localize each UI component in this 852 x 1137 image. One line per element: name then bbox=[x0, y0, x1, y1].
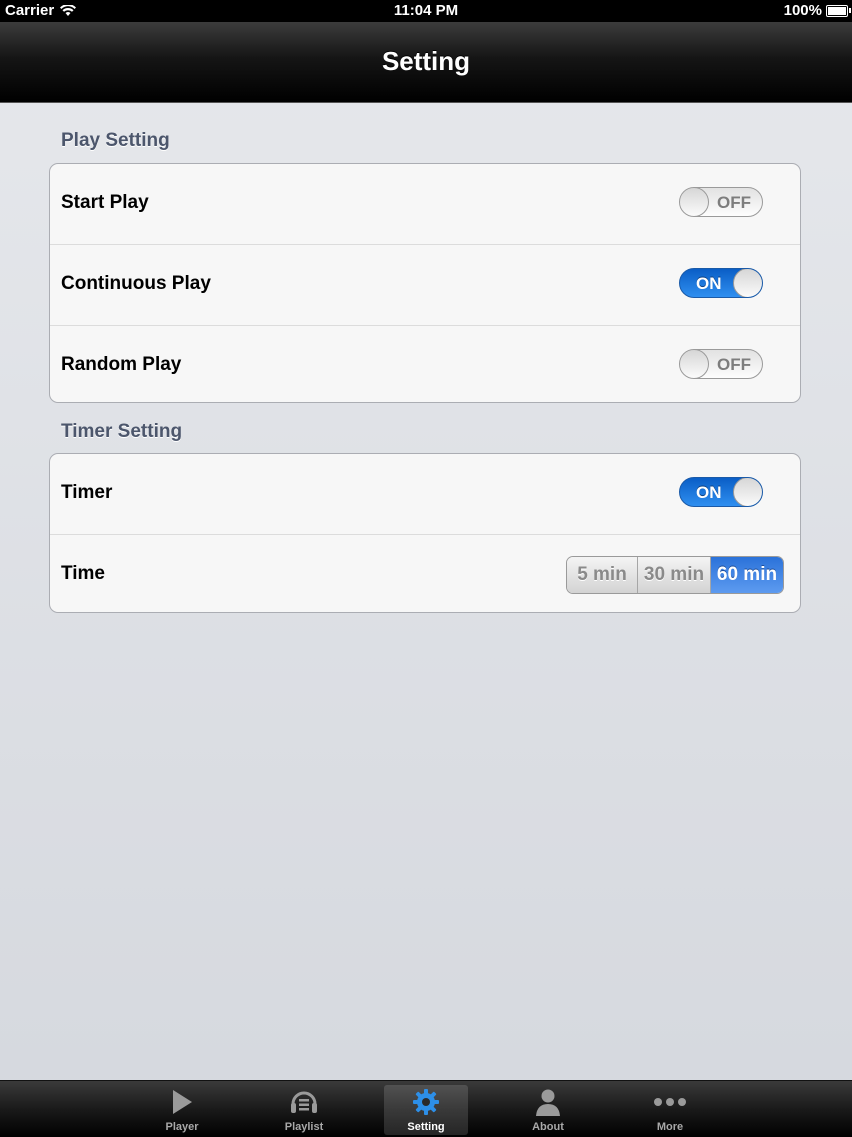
playlist-icon bbox=[291, 1091, 317, 1113]
tab-playlist-label: Playlist bbox=[284, 1121, 324, 1133]
status-time: 11:04 PM bbox=[393, 2, 459, 19]
tab-about-label: About bbox=[532, 1121, 564, 1133]
row-timer: Timer ON bbox=[50, 454, 800, 535]
start-play-switch-text: OFF bbox=[717, 193, 751, 212]
continuous-play-switch[interactable]: ON bbox=[679, 268, 763, 298]
start-play-switch[interactable]: OFF bbox=[679, 187, 763, 217]
segment-60-min[interactable]: 60 min bbox=[711, 557, 783, 593]
page-title: Setting bbox=[381, 46, 471, 76]
tab-about[interactable]: About bbox=[506, 1085, 590, 1135]
segment-30-min[interactable]: 30 min bbox=[638, 557, 711, 593]
tab-playlist[interactable]: Playlist bbox=[262, 1085, 346, 1135]
start-play-label: Start Play bbox=[61, 192, 149, 213]
gear-icon bbox=[413, 1089, 439, 1115]
random-play-label: Random Play bbox=[61, 354, 182, 375]
play-icon bbox=[173, 1090, 192, 1114]
tab-more[interactable]: More bbox=[628, 1085, 712, 1135]
time-label: Time bbox=[61, 563, 106, 584]
segment-5-min[interactable]: 5 min bbox=[567, 557, 638, 593]
tab-more-label: More bbox=[656, 1121, 684, 1133]
row-start-play: Start Play OFF bbox=[50, 164, 800, 245]
timer-settings-group: Timer ON Time 5 min 30 min 60 min bbox=[49, 453, 801, 613]
continuous-play-switch-text: ON bbox=[696, 274, 722, 293]
play-settings-group: Start Play OFF Continuous Play ON Random… bbox=[49, 163, 801, 403]
switch-knob bbox=[733, 269, 762, 297]
time-segmented-control: 5 min 30 min 60 min bbox=[566, 556, 784, 594]
battery-icon bbox=[826, 4, 851, 17]
switch-knob bbox=[733, 478, 762, 506]
navigation-bar: Setting bbox=[0, 22, 852, 103]
timer-switch-text: ON bbox=[696, 483, 722, 502]
switch-knob bbox=[680, 188, 709, 216]
row-continuous-play: Continuous Play ON bbox=[50, 245, 800, 326]
continuous-play-label: Continuous Play bbox=[61, 273, 211, 294]
random-play-switch[interactable]: OFF bbox=[679, 349, 763, 379]
battery-indicator: 100% bbox=[783, 2, 851, 19]
tab-bar: Player Playlist Setting About More bbox=[0, 1080, 852, 1137]
tab-setting[interactable]: Setting bbox=[384, 1085, 468, 1135]
row-random-play: Random Play OFF bbox=[50, 326, 800, 402]
timer-switch[interactable]: ON bbox=[679, 477, 763, 507]
row-time: Time 5 min 30 min 60 min bbox=[50, 535, 800, 612]
tab-player[interactable]: Player bbox=[140, 1085, 224, 1135]
section-header-play: Play Setting bbox=[61, 130, 170, 151]
battery-percent: 100% bbox=[783, 2, 822, 19]
more-icon bbox=[654, 1098, 686, 1106]
random-play-switch-text: OFF bbox=[717, 355, 751, 374]
switch-knob bbox=[680, 350, 709, 378]
status-bar: Carrier 11:04 PM 100% bbox=[0, 0, 852, 22]
tab-setting-label: Setting bbox=[407, 1121, 445, 1133]
tab-player-label: Player bbox=[165, 1121, 199, 1133]
section-header-timer: Timer Setting bbox=[61, 421, 183, 442]
person-icon bbox=[536, 1089, 560, 1116]
timer-label: Timer bbox=[61, 482, 113, 503]
